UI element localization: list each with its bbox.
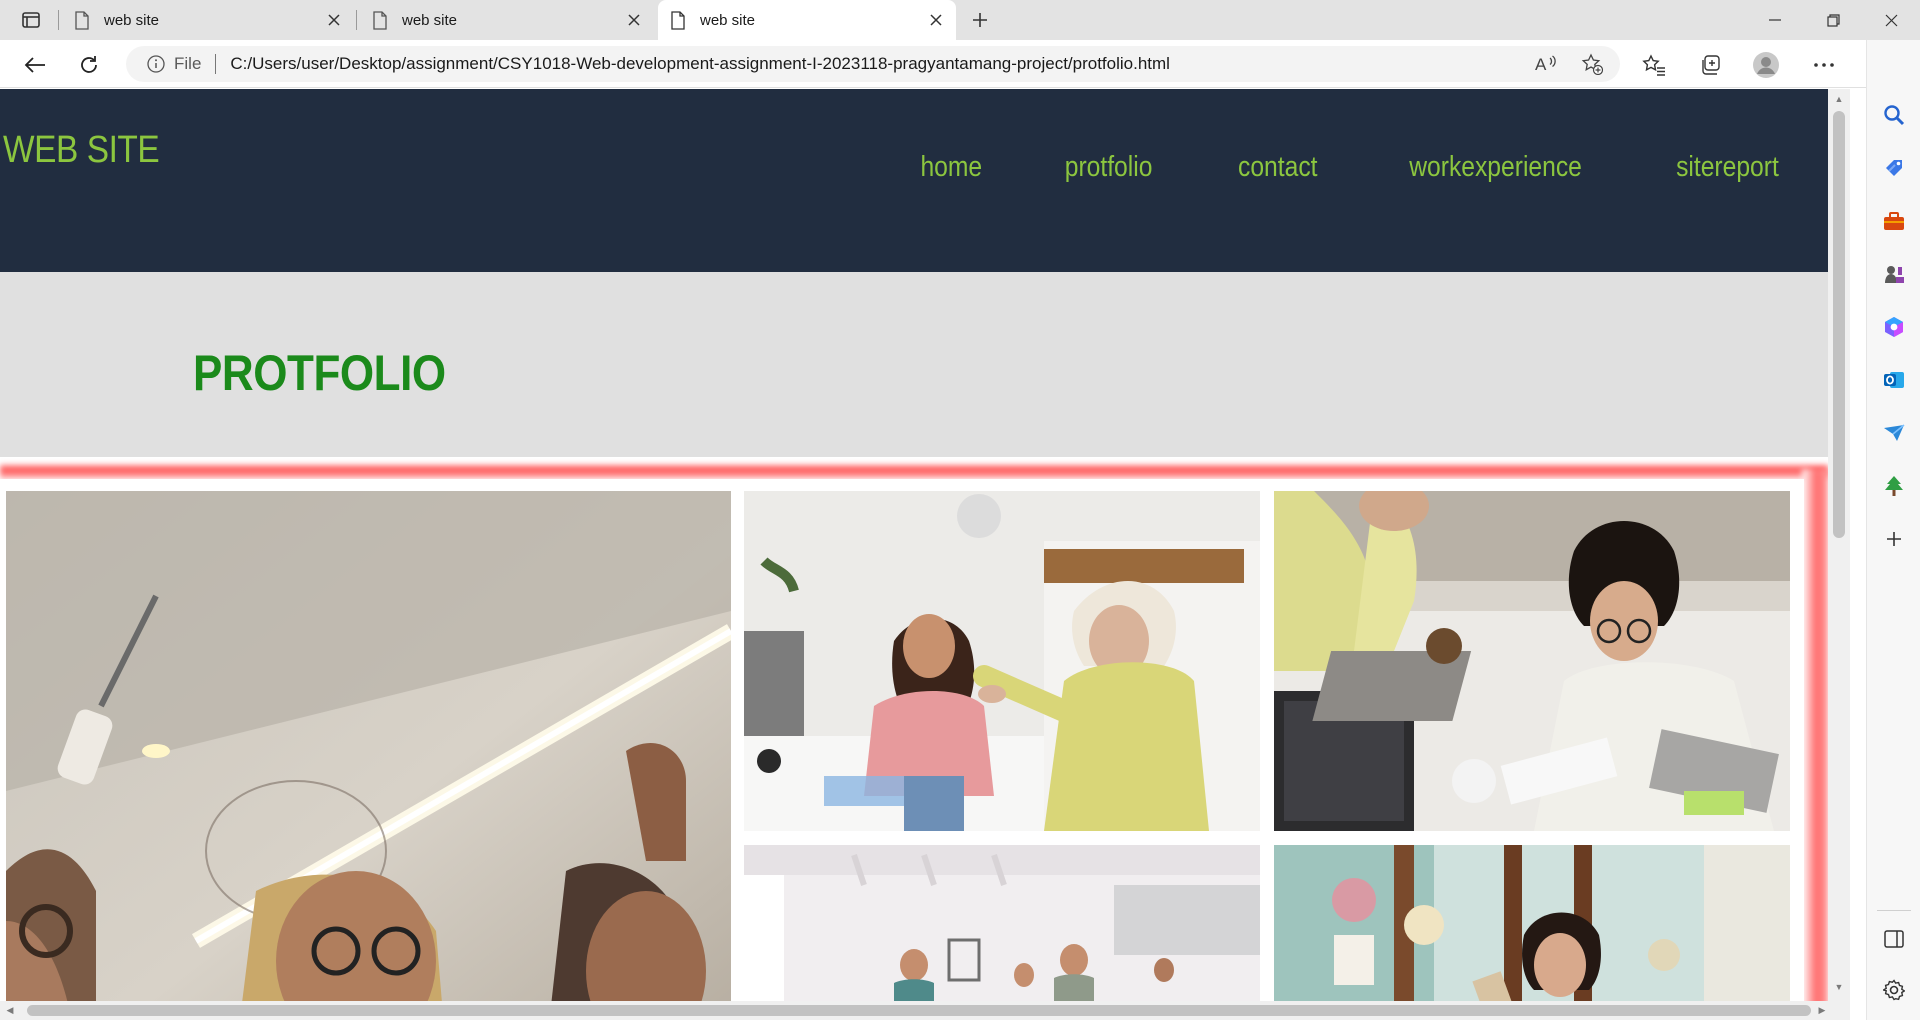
gallery-grid <box>0 479 1804 1001</box>
scroll-left-icon[interactable]: ◀ <box>4 1004 16 1016</box>
nav-link-sitereport[interactable]: sitereport <box>1676 151 1779 184</box>
tab-separator <box>58 10 59 30</box>
tab-title: web site <box>700 11 756 29</box>
more-icon[interactable] <box>1806 48 1842 82</box>
address-toolbar: File C:/Users/user/Desktop/assignment/CS… <box>0 40 1920 88</box>
restore-button[interactable] <box>1804 0 1862 40</box>
site-nav: home protfolio contact workexperience si… <box>915 151 1828 184</box>
tab-1[interactable]: web site <box>62 0 354 40</box>
tab-actions-icon[interactable] <box>16 8 46 32</box>
drop-icon[interactable] <box>1879 418 1909 448</box>
tab-3-active[interactable]: web site <box>658 0 956 40</box>
page-title: PROTFOLIO <box>193 345 446 401</box>
omnibox-separator <box>215 54 217 74</box>
photo-gallery <box>0 457 1828 1001</box>
photo-woman-shop[interactable] <box>1274 845 1790 1001</box>
title-section: PROTFOLIO <box>0 272 1828 457</box>
read-aloud-icon[interactable]: A <box>1528 46 1564 82</box>
page-viewport: WEB SITE home protfolio contact workexpe… <box>0 89 1828 1001</box>
address-bar[interactable]: File C:/Users/user/Desktop/assignment/CS… <box>126 46 1620 82</box>
tab-strip: web site web site web site <box>0 0 1920 40</box>
scroll-down-icon[interactable]: ▼ <box>1833 981 1845 993</box>
tools-icon[interactable] <box>1879 206 1909 236</box>
scheme-label: File <box>174 54 202 73</box>
shopping-tag-icon[interactable] <box>1879 153 1909 183</box>
gallery-glow-border <box>0 465 1828 479</box>
close-icon[interactable] <box>624 10 644 30</box>
profile-avatar-icon[interactable] <box>1748 48 1784 82</box>
add-favorite-icon[interactable] <box>1574 46 1610 82</box>
gallery-glow-border-right <box>1802 469 1828 1001</box>
tab-title: web site <box>402 11 458 29</box>
tab-separator <box>356 10 357 30</box>
close-icon[interactable] <box>926 10 946 30</box>
document-icon <box>373 10 387 30</box>
info-icon[interactable] <box>146 54 166 74</box>
new-tab-button[interactable] <box>966 6 994 34</box>
search-icon[interactable] <box>1879 100 1909 130</box>
nav-link-contact[interactable]: contact <box>1238 151 1317 184</box>
nav-link-protfolio[interactable]: protfolio <box>1065 151 1153 184</box>
favorites-icon[interactable] <box>1636 48 1672 82</box>
photo-team-meeting-room[interactable] <box>744 845 1260 1001</box>
vertical-scroll-thumb[interactable] <box>1833 111 1845 538</box>
photo-office-discussion[interactable] <box>744 491 1260 831</box>
scroll-right-icon[interactable]: ▶ <box>1816 1004 1828 1016</box>
document-icon <box>671 10 685 30</box>
close-window-button[interactable] <box>1862 0 1920 40</box>
collections-icon[interactable] <box>1692 48 1728 82</box>
url-text[interactable]: C:/Users/user/Desktop/assignment/CSY1018… <box>230 54 1170 74</box>
scroll-up-icon[interactable]: ▲ <box>1833 93 1845 105</box>
browser-sidebar <box>1866 40 1920 1020</box>
split-screen-icon[interactable] <box>1879 924 1909 954</box>
add-icon[interactable] <box>1879 524 1909 554</box>
tab-title: web site <box>104 11 160 29</box>
vertical-scrollbar[interactable]: ▲ ▼ <box>1828 89 1850 1001</box>
document-icon <box>75 10 89 30</box>
photo-women-laptops[interactable] <box>1274 491 1790 831</box>
minimize-button[interactable] <box>1746 0 1804 40</box>
refresh-icon[interactable] <box>72 48 106 82</box>
close-icon[interactable] <box>324 10 344 30</box>
horizontal-scrollbar[interactable]: ◀ ▶ <box>0 1001 1850 1020</box>
sidebar-divider <box>1877 910 1911 911</box>
tab-2[interactable]: web site <box>360 0 654 40</box>
outlook-icon[interactable] <box>1879 365 1909 395</box>
site-logo[interactable]: WEB SITE <box>3 129 160 172</box>
svg-text:A: A <box>1535 55 1547 74</box>
settings-icon[interactable] <box>1879 975 1909 1005</box>
tree-icon[interactable] <box>1879 471 1909 501</box>
microsoft-365-icon[interactable] <box>1879 312 1909 342</box>
games-icon[interactable] <box>1879 259 1909 289</box>
back-arrow-icon[interactable] <box>18 48 52 82</box>
nav-link-home[interactable]: home <box>920 151 982 184</box>
photo-team-whiteboard[interactable] <box>6 491 731 1001</box>
horizontal-scroll-thumb[interactable] <box>27 1005 1811 1016</box>
nav-link-workexperience[interactable]: workexperience <box>1409 151 1582 184</box>
site-header: WEB SITE home protfolio contact workexpe… <box>0 89 1828 272</box>
